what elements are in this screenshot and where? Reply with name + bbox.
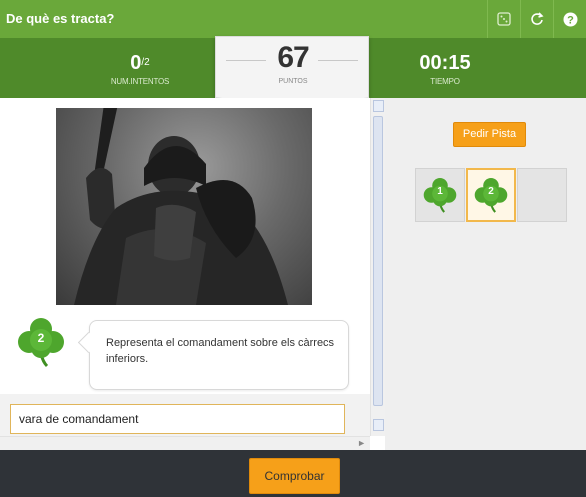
hint-number: 1	[437, 186, 443, 197]
attempts-label: NUM.INTENTOS	[110, 77, 170, 86]
answer-input[interactable]	[10, 404, 345, 434]
time-value: 00:15	[419, 52, 471, 74]
hints-panel: Pedir Pista 1 2	[385, 98, 586, 450]
answer-area	[0, 394, 370, 439]
clue-bubble: Representa el comandament sobre els càrr…	[89, 320, 349, 390]
attempts-stat: 0/2 NUM.INTENTOS	[100, 52, 180, 87]
clue-number-clover: 2	[17, 316, 65, 368]
toolbar: ?	[487, 0, 586, 38]
app-title: De què es tracta?	[6, 11, 115, 26]
help-button[interactable]: ?	[553, 0, 586, 38]
footer-bar: Comprobar	[0, 450, 586, 497]
clue-text: Representa el comandament sobre els càrr…	[106, 337, 335, 365]
clue-photo	[56, 108, 312, 305]
request-hint-button[interactable]: Pedir Pista	[453, 122, 526, 147]
hint-clover: 2	[474, 176, 508, 214]
hint-clover: 1	[423, 176, 457, 214]
refresh-icon	[531, 12, 544, 25]
scroll-thumb[interactable]	[373, 116, 383, 406]
question-panel: 2 Representa el comandament sobre els cà…	[0, 98, 370, 450]
help-icon: ?	[563, 12, 577, 26]
time-stat: 00:15 TIEMPO	[400, 52, 490, 87]
horizontal-scrollbar[interactable]: ►	[0, 436, 370, 450]
clue-number: 2	[37, 331, 45, 345]
dice-icon	[497, 12, 511, 26]
points-label: PUNTOS	[278, 78, 308, 85]
hint-slot-1[interactable]: 1	[415, 168, 465, 222]
attempts-value: 0	[130, 52, 142, 74]
check-button[interactable]: Comprobar	[249, 458, 340, 494]
points-card: 67 PUNTOS	[215, 36, 370, 109]
hint-slot-3[interactable]	[517, 168, 567, 222]
scroll-up-arrow[interactable]	[373, 100, 384, 112]
hint-slot-2[interactable]: 2	[466, 168, 516, 222]
time-label: TIEMPO	[430, 77, 460, 86]
hint-number: 2	[488, 186, 494, 197]
svg-text:?: ?	[567, 14, 574, 26]
title-bar: De què es tracta? ?	[0, 0, 586, 38]
attempts-max: /2	[141, 57, 150, 68]
hint-slots: 1 2	[415, 168, 568, 222]
scroll-down-arrow[interactable]	[373, 419, 384, 431]
dice-button[interactable]	[487, 0, 520, 38]
refresh-button[interactable]	[520, 0, 553, 38]
points-value: 67	[277, 41, 309, 74]
vertical-scrollbar[interactable]	[370, 98, 385, 436]
scroll-right-arrow[interactable]: ►	[357, 438, 366, 448]
